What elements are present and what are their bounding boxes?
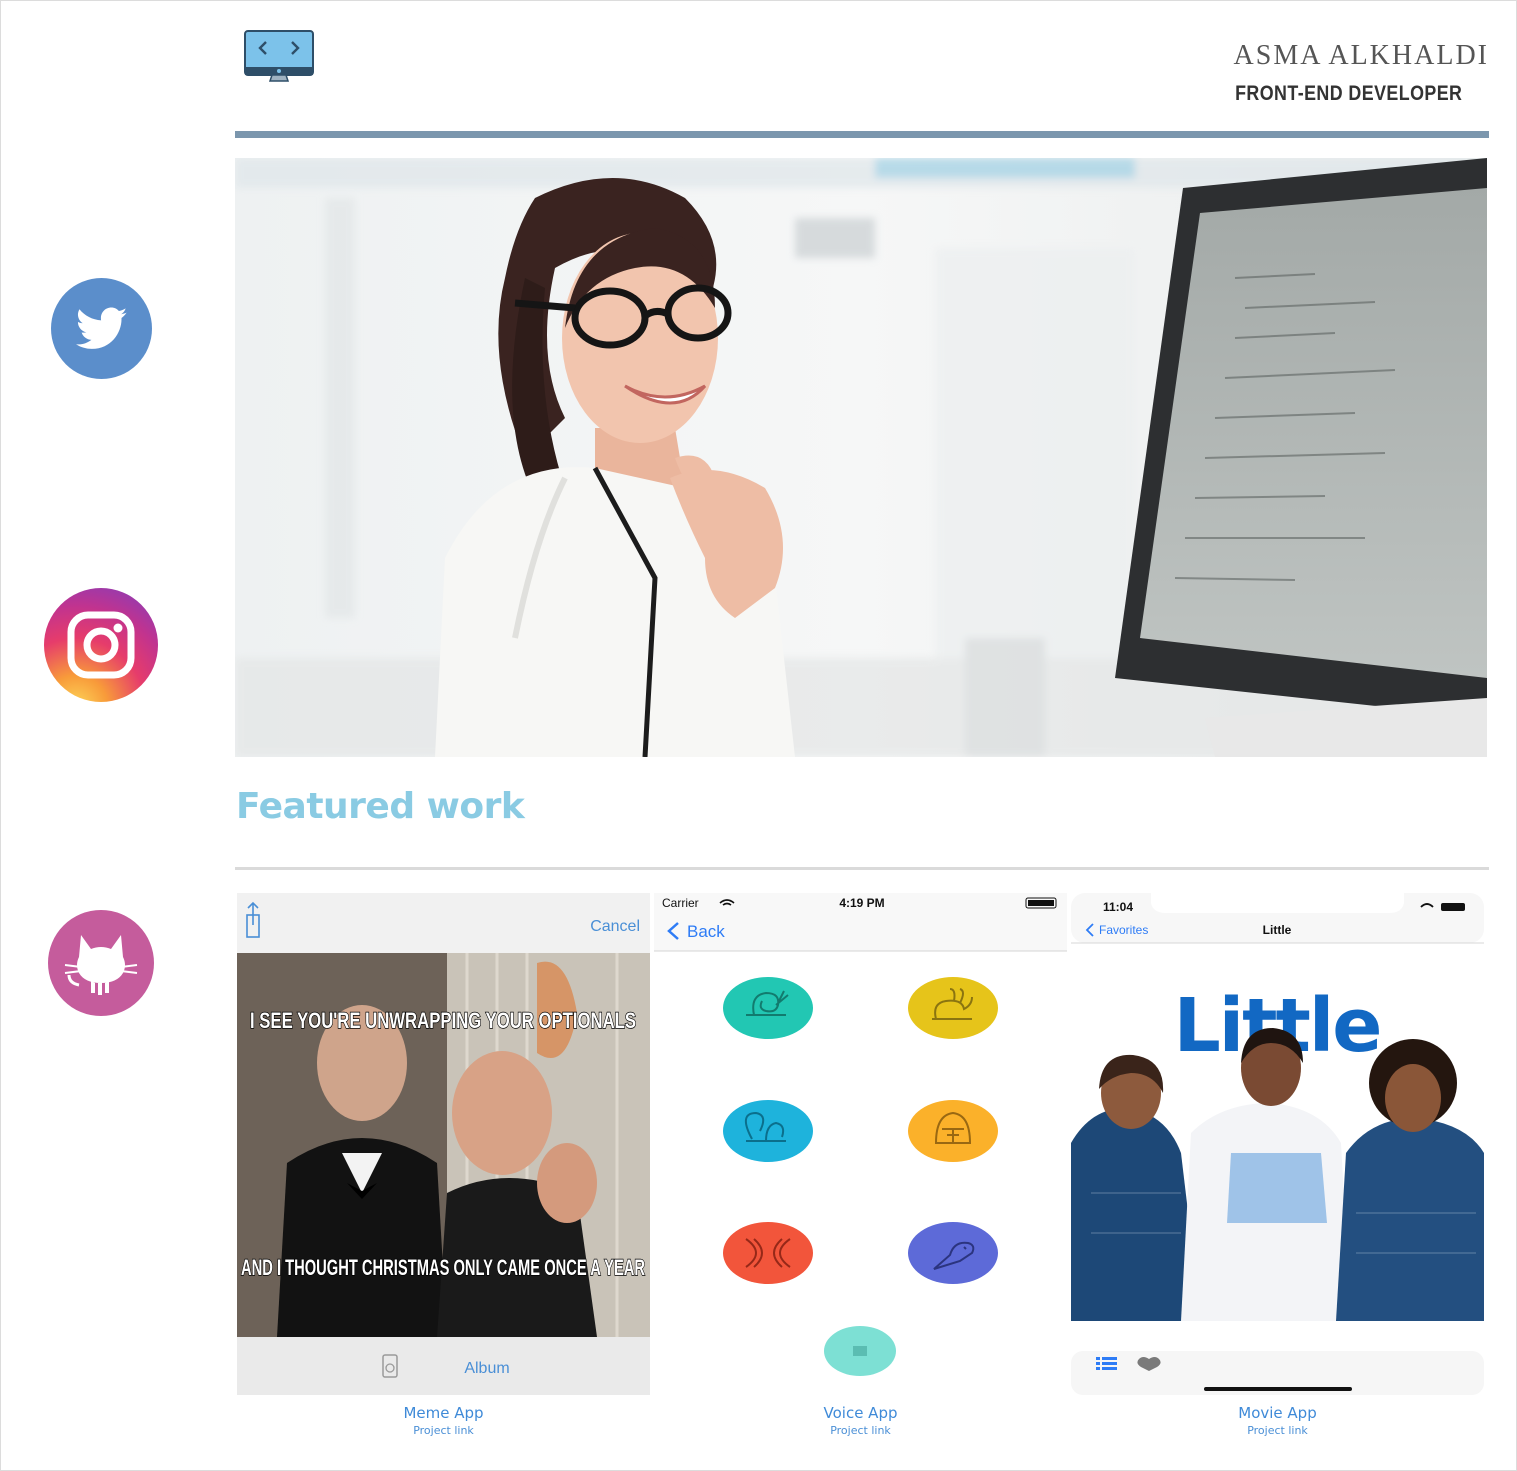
twitter-link[interactable] xyxy=(51,278,152,379)
status-carrier: Carrier xyxy=(662,896,699,910)
project-link[interactable]: Project link xyxy=(654,1424,1067,1437)
hero-image xyxy=(235,158,1487,757)
stop-button[interactable] xyxy=(824,1326,896,1376)
movie-app-screenshot[interactable]: 11:04 Favorites Little Little xyxy=(1071,893,1484,1395)
developer-name: ASMA ALKHALDI xyxy=(1233,40,1489,71)
twitter-icon xyxy=(75,307,127,349)
meme-top-text: I SEE YOU'RE UNWRAPPING YOUR OPTIONALS xyxy=(250,1008,636,1033)
stop-icon xyxy=(853,1346,867,1356)
status-time: 11:04 xyxy=(1103,900,1133,914)
battery-icon xyxy=(1441,903,1465,911)
list-tab-icon[interactable] xyxy=(1096,1357,1117,1370)
project-link[interactable]: Project link xyxy=(237,1424,650,1437)
album-button[interactable]: Album xyxy=(464,1360,509,1377)
instagram-link[interactable] xyxy=(44,588,158,702)
github-link[interactable] xyxy=(48,910,154,1016)
parrot-button[interactable] xyxy=(908,1222,998,1284)
darth-vader-button[interactable] xyxy=(908,1100,998,1162)
cancel-button[interactable]: Cancel xyxy=(590,918,640,935)
echo-button[interactable] xyxy=(723,1222,813,1284)
monitor-code-icon[interactable] xyxy=(244,30,314,84)
project-card-movie: 11:04 Favorites Little Little Movie App … xyxy=(1071,893,1484,1437)
nav-title: Little xyxy=(1263,923,1292,937)
project-title[interactable]: Meme App xyxy=(237,1404,650,1422)
squirrel-button[interactable] xyxy=(723,1100,813,1162)
project-link[interactable]: Project link xyxy=(1071,1424,1484,1437)
project-title[interactable]: Voice App xyxy=(654,1404,1067,1422)
movie-poster[interactable]: Little xyxy=(1071,983,1484,1321)
instagram-icon xyxy=(67,611,135,679)
project-card-meme: Cancel I SEE YOU'RE UNWRAPPING YOUR OPTI… xyxy=(237,893,650,1437)
home-indicator xyxy=(1204,1387,1352,1391)
project-card-voice: Carrier 4:19 PM Back Voice App Project l… xyxy=(654,893,1067,1437)
section-divider xyxy=(235,867,1489,870)
meme-bottom-text: AND I THOUGHT CHRISTMAS ONLY CAME ONCE A… xyxy=(241,1255,645,1280)
status-time: 4:19 PM xyxy=(839,896,884,910)
back-button[interactable]: Back xyxy=(687,922,725,941)
header-divider xyxy=(235,131,1489,138)
project-title[interactable]: Movie App xyxy=(1071,1404,1484,1422)
favorites-back-button[interactable]: Favorites xyxy=(1099,923,1148,937)
developer-role: FRONT-END DEVELOPER xyxy=(1234,82,1462,105)
featured-work-heading: Featured work xyxy=(236,786,525,827)
meme-app-screenshot[interactable]: Cancel I SEE YOU'RE UNWRAPPING YOUR OPTI… xyxy=(237,893,650,1395)
rabbit-button[interactable] xyxy=(908,977,998,1039)
voice-app-screenshot[interactable]: Carrier 4:19 PM Back xyxy=(654,893,1067,1395)
github-octocat-icon xyxy=(64,935,138,995)
snail-button[interactable] xyxy=(723,977,813,1039)
